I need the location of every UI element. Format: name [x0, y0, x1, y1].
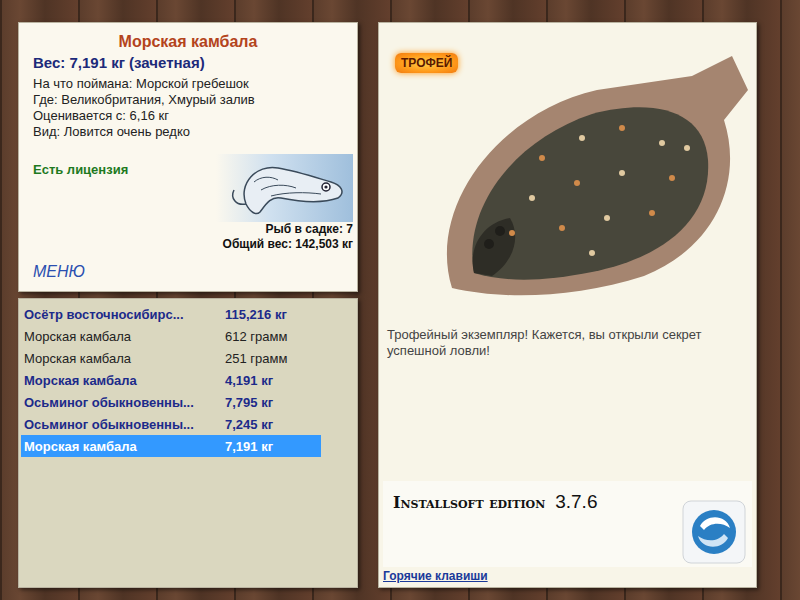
catch-weight: 7,191 кг — [225, 439, 273, 454]
fish-location: Где: Великобритания, Хмурый залив — [33, 92, 353, 108]
card-footer: Есть лицензия МЕНЮ Рыб в садке: 7Общий вес… — [33, 154, 353, 287]
fish-rarity: Вид: Ловится очень редко — [33, 124, 353, 140]
catch-row[interactable]: Осьминог обыкновенны...7,245 кг — [21, 413, 321, 435]
hotkeys-link[interactable]: Горячие клавиши — [383, 567, 752, 583]
catch-weight: 612 грамм — [225, 329, 287, 344]
license-label: Есть лицензия — [33, 162, 128, 177]
catch-row[interactable]: Осьминог обыкновенны...7,795 кг — [21, 391, 321, 413]
catch-name: Морская камбала — [21, 373, 225, 388]
fish-title: Морская камбала — [33, 31, 353, 53]
installsoft-logo-icon — [682, 500, 746, 564]
catch-weight: 4,191 кг — [225, 373, 273, 388]
catch-count: Рыб в садке: 7 — [265, 222, 353, 237]
fish-emblem-icon — [216, 154, 353, 222]
left-column: Морская камбалаВес: 7,191 кг (зачетная)Н… — [18, 22, 358, 588]
catch-list: Осётр восточносибирс...115,216 кгМорская… — [18, 298, 358, 588]
catch-row[interactable]: Осётр восточносибирс...115,216 кг — [21, 303, 321, 325]
catch-name: Морская камбала — [21, 439, 225, 454]
catch-name: Осётр восточносибирс... — [21, 307, 225, 322]
flounder-photo — [392, 48, 752, 298]
catch-name: Осьминог обыкновенны... — [21, 395, 225, 410]
catch-row[interactable]: Морская камбала7,191 кг — [21, 435, 321, 457]
catch-weight: 115,216 кг — [225, 307, 287, 322]
catch-row[interactable]: Морская камбала612 грамм — [21, 325, 321, 347]
catch-name: Морская камбала — [21, 329, 225, 344]
catch-weight: 7,795 кг — [225, 395, 273, 410]
catch-row[interactable]: Морская камбала251 грамм — [21, 347, 321, 369]
version-label: 3.7.6 — [555, 491, 597, 513]
catch-weight: 251 грамм — [225, 351, 287, 366]
fish-bait: На что поймана: Морской гребешок — [33, 76, 353, 92]
fish-weight: Вес: 7,191 кг (зачетная) — [33, 53, 353, 73]
catch-row[interactable]: Морская камбала4,191 кг — [21, 369, 321, 391]
game-screen: Морская камбалаВес: 7,191 кг (зачетная)Н… — [0, 0, 800, 600]
fish-card: Морская камбалаВес: 7,191 кг (зачетная) Н… — [18, 22, 358, 292]
menu-link[interactable]: МЕНЮ — [33, 263, 128, 281]
catch-weight: 7,245 кг — [225, 417, 273, 432]
detail-panel: ТРОФЕЙ Трофейный экземпляр! Кажется, вы о… — [378, 22, 757, 588]
trophy-description: Трофейный экземпляр! Кажется, вы открыли… — [383, 313, 752, 359]
trophy-badge: ТРОФЕЙ — [395, 53, 458, 73]
total-weight: Общий вес: 142,503 кг — [223, 237, 353, 252]
edition-label: Installsoft edition — [393, 493, 545, 512]
catch-name: Морская камбала — [21, 351, 225, 366]
edition-box: Installsoft edition 3.7.6 — [383, 481, 752, 567]
catch-name: Осьминог обыкновенны... — [21, 417, 225, 432]
fish-photo-area: ТРОФЕЙ — [383, 23, 752, 313]
fish-rating: Оценивается с: 6,16 кг — [33, 108, 353, 124]
